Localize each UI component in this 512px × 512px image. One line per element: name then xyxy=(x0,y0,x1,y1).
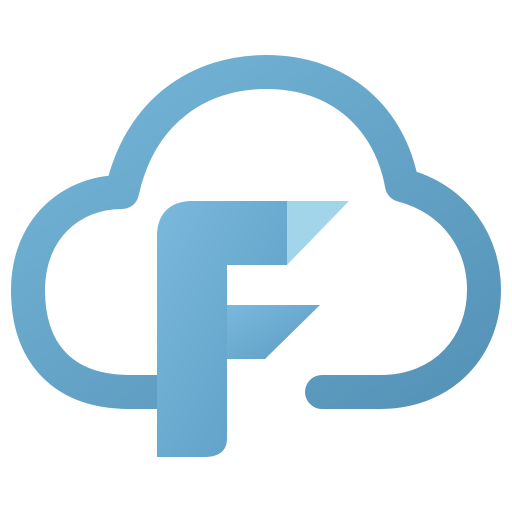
cloud-f-logo xyxy=(11,55,501,457)
letter-f-accent-triangle xyxy=(287,201,349,265)
logo-canvas xyxy=(0,0,512,512)
letter-f-middle-bar xyxy=(227,305,320,359)
